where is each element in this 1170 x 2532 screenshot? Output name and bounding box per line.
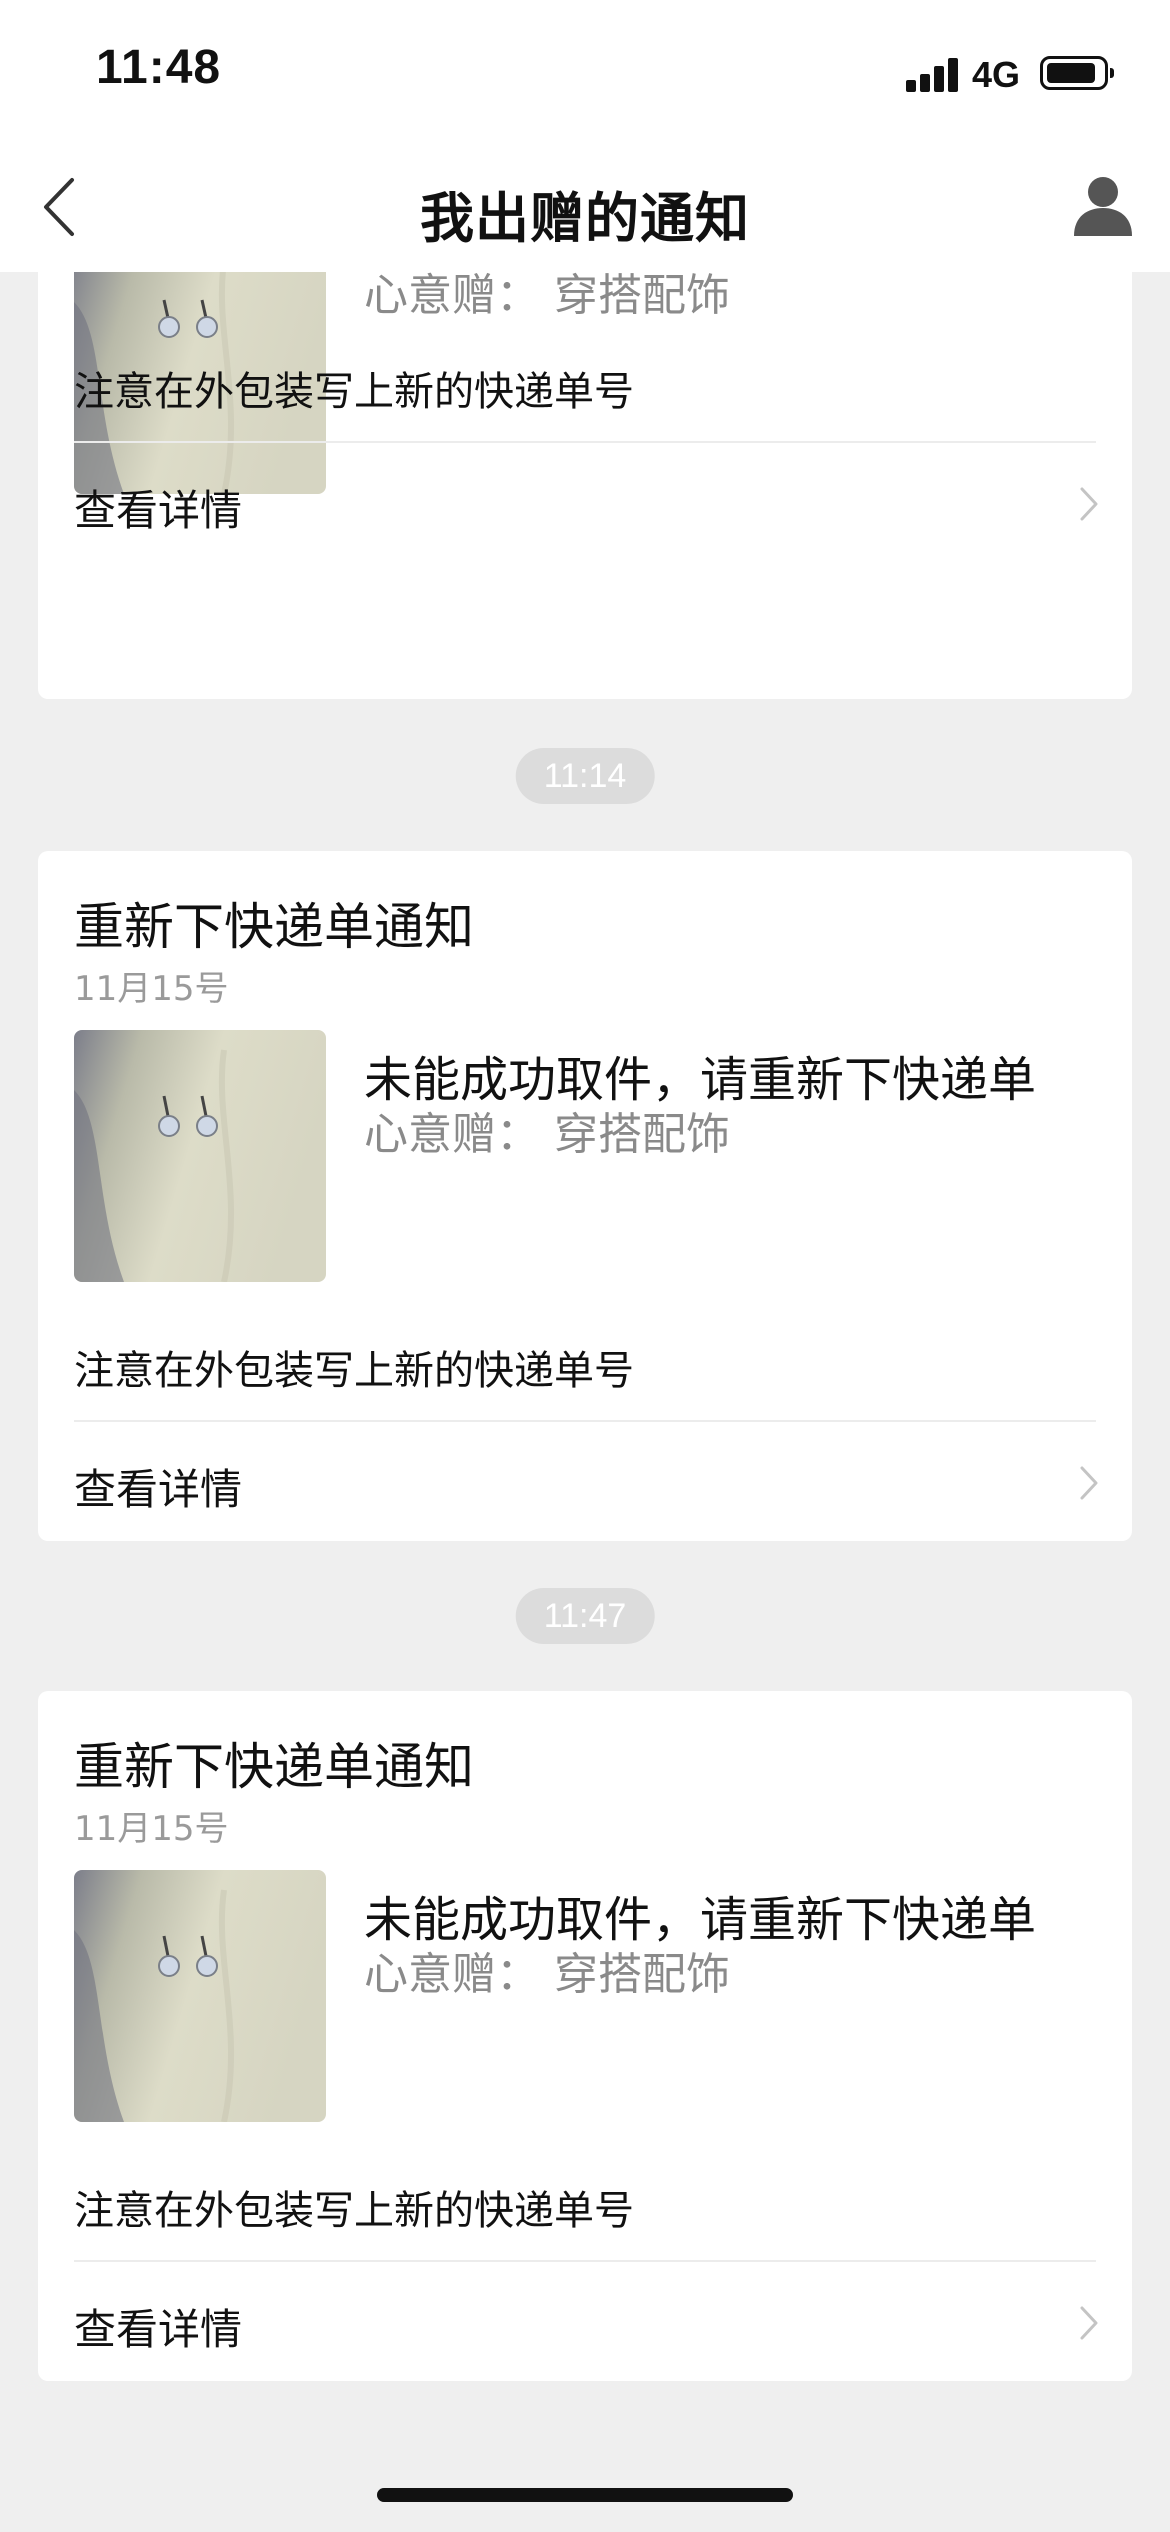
earrings-photo[interactable] — [74, 1870, 326, 2122]
network-type: 4G — [972, 54, 1021, 95]
notification-card: 重新下快递单通知 11月15号 未能成功取件，请重新下快递单 心意赠： 穿搭配饰… — [38, 1691, 1132, 2381]
earrings-photo[interactable] — [74, 1030, 326, 1282]
signal-icon — [906, 58, 960, 92]
chevron-right-icon[interactable] — [1078, 1464, 1100, 1502]
nav-bar: 我出赠的通知 — [0, 150, 1170, 272]
gift-category: 心意赠： 穿搭配饰 — [364, 1949, 730, 2000]
view-details-link[interactable]: 查看详情 — [74, 1456, 242, 1517]
chevron-right-icon[interactable] — [1078, 2304, 1100, 2342]
notification-card: 重新下快递单通知 11月15号 未能成功取件，请重新下快递单 心意赠： 穿搭配饰… — [38, 851, 1132, 1541]
notification-card: 心意赠： 穿搭配饰 注意在外包装写上新的快递单号 查看详情 — [38, 272, 1132, 699]
page-title: 我出赠的通知 — [420, 187, 750, 250]
card-note: 注意在外包装写上新的快递单号 — [74, 2188, 634, 2234]
card-date: 11月15号 — [74, 969, 229, 1009]
divider — [74, 441, 1096, 443]
view-details-link[interactable]: 查看详情 — [74, 2296, 242, 2357]
gift-category: 心意赠： 穿搭配饰 — [364, 272, 730, 321]
divider — [74, 2260, 1096, 2262]
status-bar: 11:48 4G — [0, 0, 1170, 150]
divider — [74, 1420, 1096, 1422]
gift-category: 心意赠： 穿搭配饰 — [364, 1109, 730, 1160]
battery-icon — [1040, 56, 1114, 90]
timestamp-badge: 11:47 — [515, 1588, 655, 1644]
card-note: 注意在外包装写上新的快递单号 — [74, 369, 634, 415]
notification-feed[interactable]: 心意赠： 穿搭配饰 注意在外包装写上新的快递单号 查看详情 11:14 重新下快… — [0, 272, 1170, 2532]
person-icon[interactable] — [1070, 172, 1136, 238]
card-title: 重新下快递单通知 — [74, 898, 474, 956]
card-date: 11月15号 — [74, 1809, 229, 1849]
timestamp-badge: 11:14 — [515, 748, 655, 804]
view-details-link[interactable]: 查看详情 — [74, 477, 242, 538]
status-time: 11:48 — [96, 41, 222, 94]
home-indicator[interactable] — [377, 2488, 793, 2502]
card-title: 重新下快递单通知 — [74, 1738, 474, 1796]
chevron-right-icon[interactable] — [1078, 485, 1100, 523]
card-note: 注意在外包装写上新的快递单号 — [74, 1348, 634, 1394]
